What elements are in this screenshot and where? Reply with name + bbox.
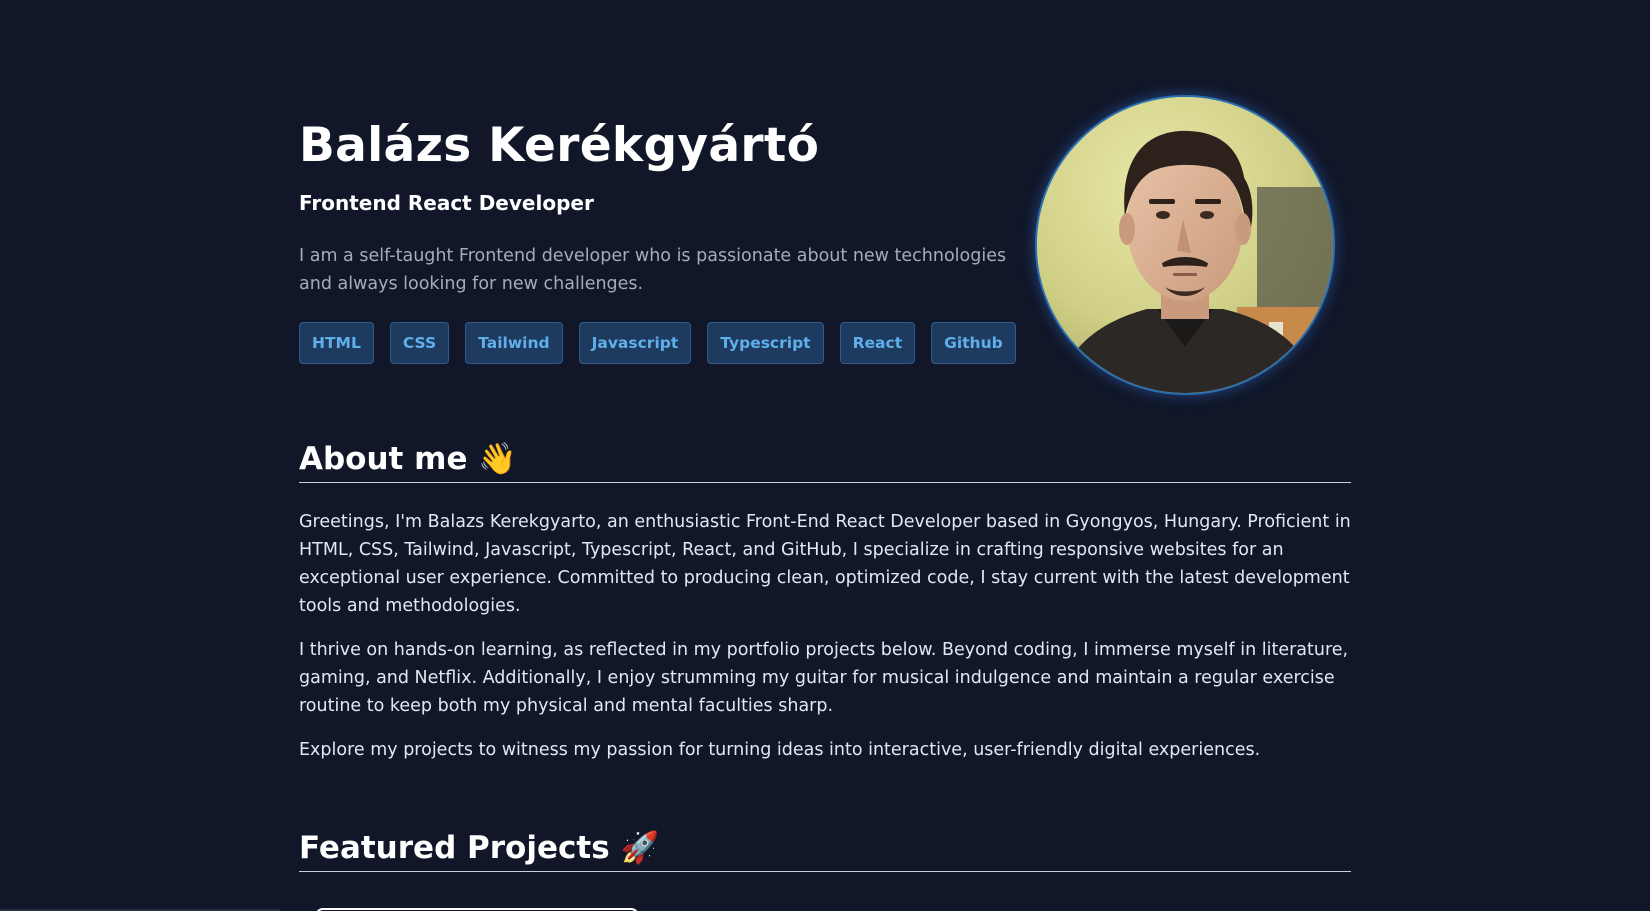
profile-photo-illustration: [1037, 97, 1333, 393]
about-paragraph-1: Greetings, I'm Balazs Kerekgyarto, an en…: [299, 512, 1351, 616]
skill-badge-html: HTML: [299, 322, 374, 364]
skill-badge-react: React: [839, 322, 916, 364]
portfolio-page: Balázs Kerékgyártó Frontend React Develo…: [0, 0, 1650, 911]
intro-text: I am a self-taught Frontend developer wh…: [299, 246, 1007, 294]
skill-badge-javascript: Javascript: [578, 322, 692, 364]
developer-name: Balázs Kerékgyártó: [299, 118, 820, 173]
main-content: Balázs Kerékgyártó Frontend React Develo…: [299, 0, 1351, 911]
about-paragraph-2: I thrive on hands-on learning, as reflec…: [299, 640, 1349, 716]
about-heading: About me 👋: [299, 440, 1351, 483]
profile-photo: [1035, 95, 1335, 395]
hero-section: Balázs Kerékgyártó Frontend React Develo…: [299, 0, 1351, 400]
skills-list: HTML CSS Tailwind Javascript Typescript …: [299, 322, 1016, 364]
skill-badge-typescript: Typescript: [707, 322, 824, 364]
skill-badge-css: CSS: [389, 322, 450, 364]
featured-projects-heading: Featured Projects 🚀: [299, 829, 1351, 872]
developer-role: Frontend React Developer: [299, 191, 594, 215]
skill-badge-github: Github: [931, 322, 1016, 364]
about-paragraph-3: Explore my projects to witness my passio…: [299, 740, 1261, 760]
about-text: Greetings, I'm Balazs Kerekgyarto, an en…: [299, 508, 1351, 780]
skill-badge-tailwind: Tailwind: [465, 322, 563, 364]
